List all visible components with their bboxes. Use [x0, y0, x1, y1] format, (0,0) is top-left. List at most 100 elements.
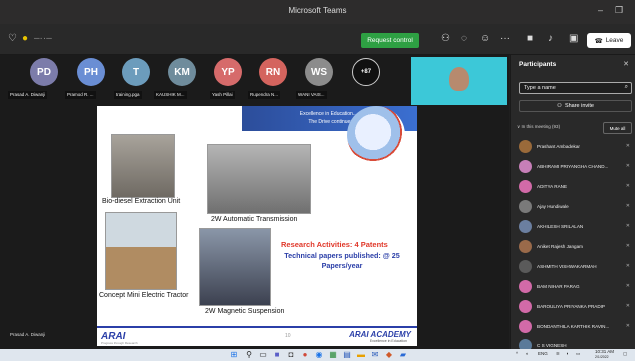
minimize-button[interactable]: –	[598, 5, 603, 15]
participants-icon[interactable]: ⚇	[441, 33, 450, 44]
search-placeholder: Type a name	[524, 85, 556, 91]
clock-date[interactable]: 2/1/2022	[595, 355, 609, 359]
chat-icon[interactable]: ◌	[461, 33, 467, 44]
meeting-toolbar: ♡ ● –··– ⚇ ◌ ☺ ··· ■ ♪ ▣	[0, 24, 635, 55]
tech-papers: Technical papers published: @ 25 Papers/…	[284, 251, 400, 270]
app-icon[interactable]: ▰	[398, 350, 408, 360]
search-icon[interactable]: ⚲	[244, 350, 254, 360]
mic-muted-icon: ✕	[625, 163, 630, 169]
camera-icon[interactable]: ■	[527, 33, 533, 44]
avatar[interactable]: T	[122, 58, 150, 86]
task-view-icon[interactable]: ▭	[258, 350, 268, 360]
page-number: 10	[285, 333, 291, 339]
language-indicator[interactable]: ENG	[538, 351, 548, 356]
overflow-count[interactable]: +87	[352, 58, 380, 86]
app-icon[interactable]: ◆	[384, 350, 394, 360]
caption: 2W Automatic Transmission	[211, 216, 298, 223]
folder-icon[interactable]: ▬	[356, 350, 366, 360]
mute-all-button[interactable]: Mute all	[603, 122, 632, 134]
avatar	[519, 240, 532, 253]
participant-name: WANI VAIS...	[296, 91, 327, 99]
avatar[interactable]: PH	[77, 58, 105, 86]
edge-icon[interactable]: ◉	[314, 350, 324, 360]
chrome-icon[interactable]: ●	[300, 350, 310, 360]
request-control-button[interactable]: Request control	[361, 33, 419, 48]
volume-icon[interactable]: ◖	[566, 351, 569, 356]
store-icon[interactable]: ▦	[328, 350, 338, 360]
participant-row[interactable]: BONDANTHILA KARTHIK RAVIN... ✕	[519, 318, 635, 336]
participant-row[interactable]: ADITYA RANE ✕	[519, 178, 635, 196]
mic-muted-icon: ✕	[625, 243, 630, 249]
participant-name: ADITYA RANE	[537, 184, 568, 189]
participant-row[interactable]: Ajay Hundiwale ✕	[519, 198, 635, 216]
share-invite-button[interactable]: ⚇ Share invite	[519, 100, 632, 112]
app-icon[interactable]: ◘	[286, 350, 296, 360]
wifi-icon[interactable]: ≋	[556, 351, 560, 357]
share-screen-icon[interactable]: ▣	[569, 33, 578, 44]
participant-name: ASHMITH VISHWAKARMAH	[537, 264, 597, 269]
globe-logo-icon	[347, 106, 405, 164]
participant-row[interactable]: Prashant Ambadekar ✕	[519, 138, 635, 156]
start-icon[interactable]: ⊞	[229, 350, 239, 360]
participant-row[interactable]: Aniket Rajesh Jangam ✕	[519, 238, 635, 256]
avatar[interactable]: WS	[305, 58, 333, 86]
avatar[interactable]: KM	[168, 58, 196, 86]
teams-icon[interactable]: ■	[272, 350, 282, 360]
avatar	[519, 140, 532, 153]
participant-row[interactable]: AKHILESH SRILALAN ✕	[519, 218, 635, 236]
search-input[interactable]: Type a name ⌕	[519, 82, 632, 94]
avatar[interactable]: RN	[259, 58, 287, 86]
participant-name: Rupendra N...	[248, 91, 281, 99]
shared-slide: Excellence in Education... The Drive con…	[97, 106, 417, 346]
search-icon: ⌕	[624, 84, 628, 90]
participant-name: Yash Pillai	[210, 91, 235, 99]
suspension-photo	[199, 228, 271, 306]
mail-icon[interactable]: ✉	[370, 350, 380, 360]
close-icon[interactable]: ✕	[623, 60, 629, 68]
word-icon[interactable]: ▤	[342, 350, 352, 360]
mic-icon[interactable]: ♪	[548, 33, 553, 44]
participant-row[interactable]: ASHMITH VISHWAKARMAH ✕	[519, 258, 635, 276]
title-bar: Microsoft Teams – ❐	[0, 0, 635, 24]
in-meeting-header[interactable]: ∨ In this meeting (93)	[517, 124, 560, 130]
caption: Bio-diesel Extraction Unit	[102, 198, 181, 205]
more-icon[interactable]: ···	[500, 33, 510, 44]
participant-name: Pramod R. ...	[65, 91, 96, 99]
restore-button[interactable]: ❐	[615, 5, 623, 16]
tray-icon[interactable]: ◐	[526, 351, 529, 356]
mic-muted-icon: ✕	[625, 283, 630, 289]
invite-icon: ⚇	[557, 103, 562, 109]
participant-name: AKHILESH SRILALAN	[537, 224, 584, 229]
participant-row[interactable]: BAROULIYA PRIYANKA PRADIP ✕	[519, 298, 635, 316]
reactions-icon[interactable]: ☺	[480, 33, 490, 44]
mic-muted-icon: ✕	[625, 323, 630, 329]
participant-name: BONDANTHILA KARTHIK RAVIN...	[537, 324, 610, 329]
participant-name: KAUSHIK M...	[154, 91, 187, 99]
participant-row[interactable]: C S VIGNESH	[519, 337, 635, 349]
avatar	[519, 200, 532, 213]
avatar	[519, 220, 532, 233]
panel-title: Participants	[519, 61, 557, 68]
avatar	[519, 160, 532, 173]
banner-line: Excellence in Education...	[299, 111, 357, 117]
participant-name: BAROULIYA PRIYANKA PRADIP	[537, 304, 605, 309]
battery-icon[interactable]: ▭	[576, 351, 580, 357]
caption: 2W Magnetic Suspension	[205, 308, 285, 315]
participant-name: Ajay Hundiwale	[537, 204, 569, 209]
share-invite-label: Share invite	[564, 103, 594, 109]
shield-icon[interactable]: ♡	[8, 33, 17, 44]
avatar[interactable]: PD	[30, 58, 58, 86]
tray-chevron-icon[interactable]: ^	[516, 351, 518, 356]
notifications-icon[interactable]: ▢	[623, 351, 627, 357]
participant-row[interactable]: ABHIRAMI PRIYANGHA CHAND... ✕	[519, 158, 635, 176]
timer-icon: –··–	[34, 33, 52, 44]
avatar-initials: KM	[174, 66, 190, 78]
clock-time[interactable]: 10:31 AM	[595, 349, 614, 354]
avatar[interactable]: YP	[214, 58, 242, 86]
academy-tagline: Excellence in Education	[369, 339, 407, 343]
leave-button[interactable]: ☎ Leave	[587, 33, 631, 48]
participant-name: BAM NIHAR PARAG	[537, 284, 580, 289]
academy-logo: ARAI ACADEMY	[349, 330, 411, 339]
avatar-initials: YP	[221, 66, 235, 78]
participant-row[interactable]: BAM NIHAR PARAG ✕	[519, 278, 635, 296]
